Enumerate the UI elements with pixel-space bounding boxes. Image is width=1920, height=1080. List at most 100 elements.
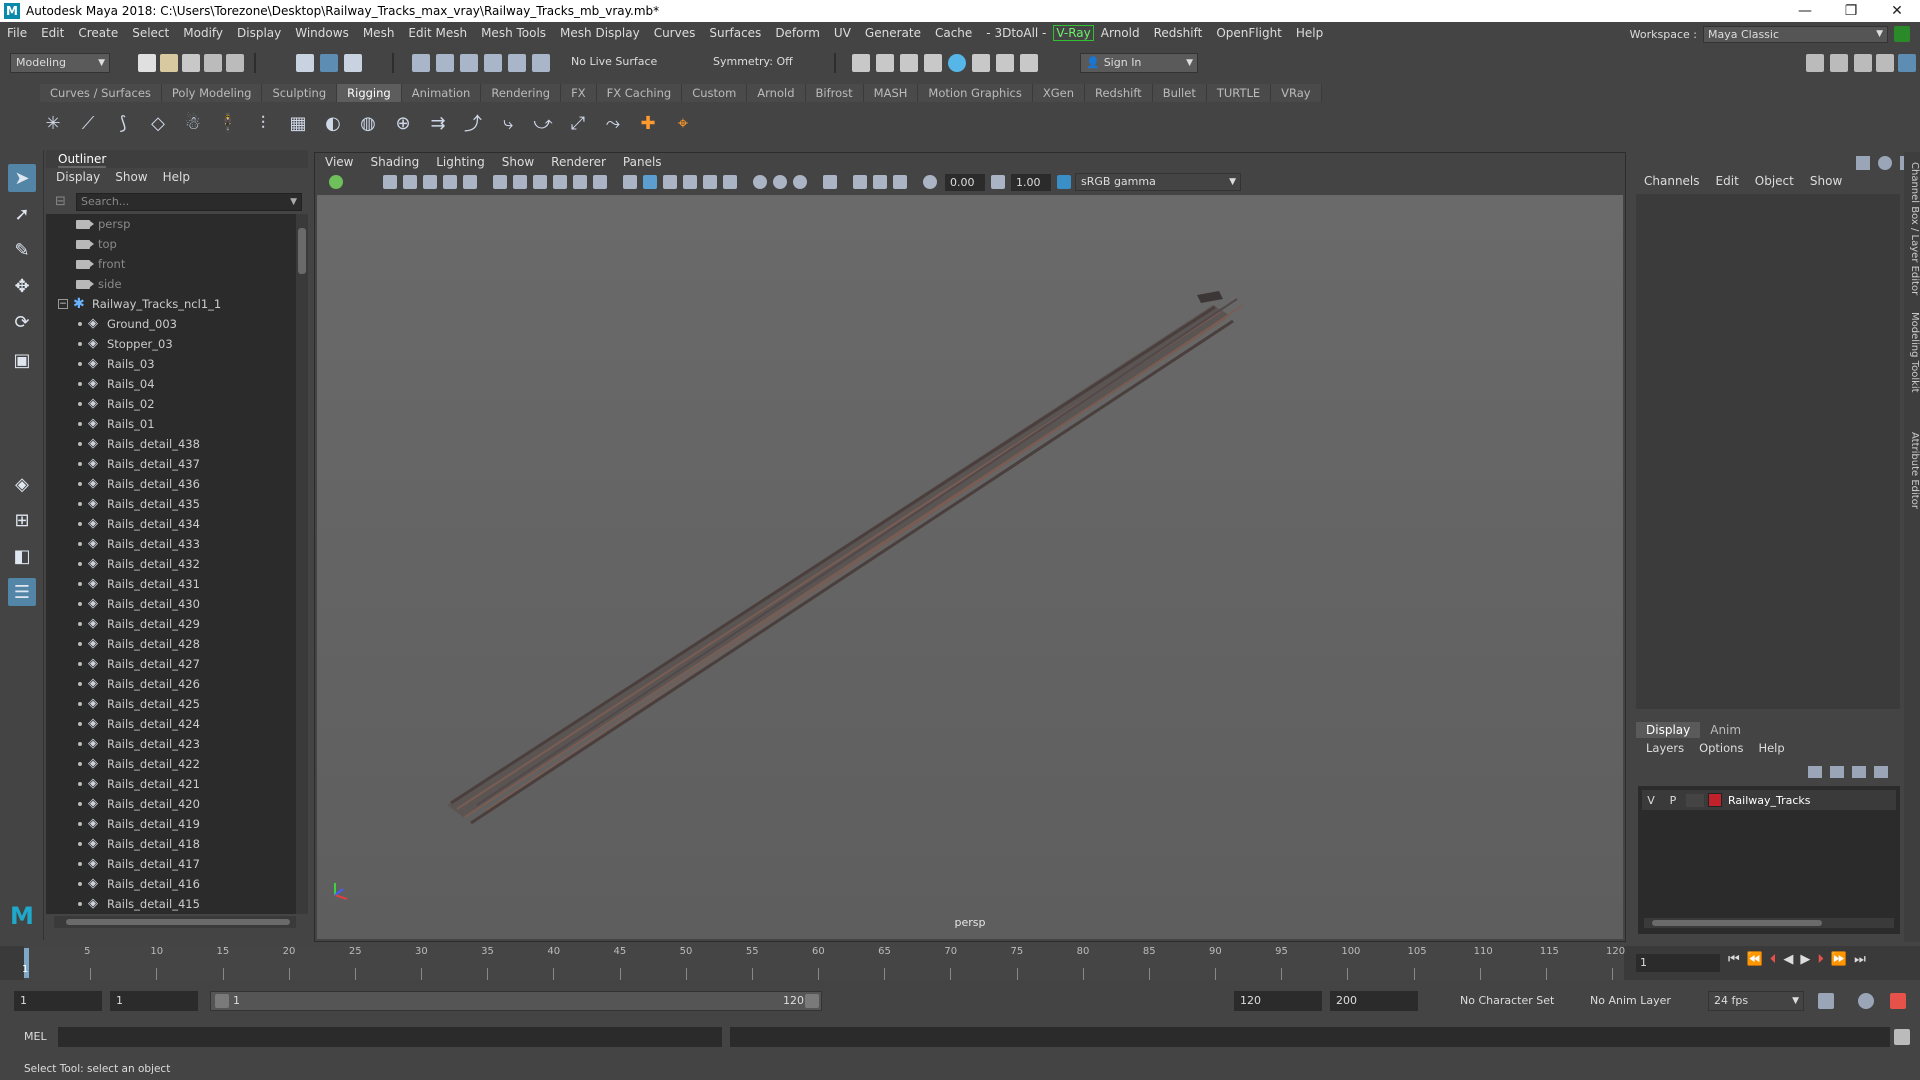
shelf-tab-rendering[interactable]: Rendering [481,84,562,102]
channel-menu-object[interactable]: Object [1755,174,1794,188]
menu-generate[interactable]: Generate [858,26,928,40]
outliner-menu-display[interactable]: Display [56,170,100,184]
shelf-tab-animation[interactable]: Animation [401,84,482,102]
shelf-tab-rigging[interactable]: Rigging [337,84,402,102]
menu-display[interactable]: Display [230,26,288,40]
menu-mesh[interactable]: Mesh [356,26,402,40]
outliner-mesh-item[interactable]: ◈ Rails_detail_425 [46,694,296,714]
menu-arnold[interactable]: Arnold [1094,26,1147,40]
human-ik-icon[interactable] [1830,54,1848,72]
viewport-menu-panels[interactable]: Panels [623,155,662,169]
channel-menu-show[interactable]: Show [1810,174,1842,188]
channel-box-icon[interactable] [1898,54,1916,72]
color-management-icon[interactable] [1057,175,1071,189]
channel-menu-channels[interactable]: Channels [1644,174,1700,188]
grease-pencil-icon[interactable] [463,175,477,189]
menu-surfaces[interactable]: Surfaces [702,26,768,40]
view-transform-dropdown[interactable]: sRGB gamma ▼ [1075,173,1241,191]
menu-deform[interactable]: Deform [768,26,827,40]
resolution-gate-icon[interactable] [533,175,547,189]
range-bar[interactable]: 1 120 [210,991,822,1011]
shelf-tab-bullet[interactable]: Bullet [1152,84,1207,102]
menu-mesh-display[interactable]: Mesh Display [553,26,647,40]
menu-edit-mesh[interactable]: Edit Mesh [401,26,474,40]
channel-menu-edit[interactable]: Edit [1716,174,1739,188]
menu-uv[interactable]: UV [827,26,858,40]
bind-skin-icon[interactable]: ◇ [145,110,171,136]
outliner-mesh-item[interactable]: ◈ Rails_detail_435 [46,494,296,514]
outliner-menu-show[interactable]: Show [115,170,147,184]
select-hierarchy-icon[interactable] [296,54,314,72]
shelf-tab-curves-surfaces[interactable]: Curves / Surfaces [40,84,162,102]
viewport-menu-show[interactable]: Show [502,155,534,169]
skeleton-icon[interactable]: ⫶ [250,110,276,136]
loop-icon[interactable] [1818,993,1834,1009]
move-layer-up-icon[interactable] [1808,766,1822,778]
outliner-mesh-item[interactable]: ◈ Rails_04 [46,374,296,394]
create-joints-icon[interactable]: ✳ [40,110,66,136]
film-gate-icon[interactable] [513,175,527,189]
menu-modify[interactable]: Modify [176,26,230,40]
quick-rig-icon[interactable]: ☃ [180,110,206,136]
ik-handle-icon[interactable]: ⟋ [75,110,101,136]
smooth-shade-icon[interactable] [643,175,657,189]
exposure-field[interactable]: 0.00 [945,174,985,191]
filter-icon[interactable]: ⊟ [55,194,71,210]
mel-label[interactable]: MEL [24,1030,47,1043]
scroll-thumb[interactable] [1652,920,1822,926]
scroll-thumb[interactable] [298,228,306,274]
pause-viewport-icon[interactable] [1020,54,1038,72]
layer-menu-options[interactable]: Options [1699,741,1743,755]
character-set-label[interactable]: No Character Set [1460,994,1554,1007]
menu-edit[interactable]: Edit [34,26,71,40]
command-input[interactable] [58,1027,722,1047]
shelf-tab-vray[interactable]: VRay [1271,84,1322,102]
gamma-icon[interactable] [991,175,1005,189]
wireframe-on-shaded-icon[interactable] [663,175,677,189]
menu-3dtoall[interactable]: - 3DtoAll - [979,26,1053,40]
move-tool-icon[interactable]: ✥ [8,272,36,300]
motion-blur-icon[interactable] [773,175,787,189]
ipr-render-icon[interactable] [900,54,918,72]
outliner-tab[interactable]: Outliner [46,150,308,168]
attribute-editor-icon[interactable] [1854,54,1872,72]
wrap-icon[interactable]: ◐ [320,110,346,136]
shelf-tab-sculpting[interactable]: Sculpting [262,84,338,102]
menu-cache[interactable]: Cache [928,26,979,40]
outliner-mesh-item[interactable]: ◈ Rails_detail_423 [46,734,296,754]
outliner-mesh-item[interactable]: ◈ Rails_02 [46,394,296,414]
gate-mask-icon[interactable] [553,175,567,189]
outliner-mesh-item[interactable]: ◈ Rails_detail_418 [46,834,296,854]
side-tab-attribute-editor[interactable]: Attribute Editor [1904,432,1920,509]
shelf-tab-motion-graphics[interactable]: Motion Graphics [918,84,1033,102]
xray-icon[interactable] [853,175,867,189]
menu-redshift[interactable]: Redshift [1147,26,1210,40]
outliner-mesh-item[interactable]: ◈ Rails_01 [46,414,296,434]
modeling-toolkit-icon[interactable] [1806,54,1824,72]
camera-attributes-icon[interactable] [383,175,397,189]
orient-constraint-icon[interactable]: ⤻ [530,110,556,136]
cluster-icon[interactable]: ⊕ [390,110,416,136]
bookmarks-icon[interactable] [403,175,417,189]
layer-horizontal-scrollbar[interactable] [1644,918,1894,928]
menu-curves[interactable]: Curves [647,26,703,40]
shelf-tab-xgen[interactable]: XGen [1032,84,1085,102]
outliner-mesh-item[interactable]: ◈ Rails_detail_419 [46,814,296,834]
minimize-button[interactable]: — [1782,3,1828,19]
render-frame-icon[interactable] [876,54,894,72]
workspace-dropdown[interactable]: Maya Classic ▼ [1703,25,1888,43]
layer-tab-display[interactable]: Display [1636,722,1701,738]
go-to-end-icon[interactable]: ⏭ [1854,952,1866,967]
redo-icon[interactable] [226,54,244,72]
menu-help[interactable]: Help [1289,26,1330,40]
animation-start-field[interactable]: 1 [14,991,102,1011]
step-back-key-icon[interactable]: ⏴ [1770,952,1777,967]
ambient-occlusion-icon[interactable] [753,175,767,189]
aim-constraint-icon[interactable]: ⤳ [600,110,626,136]
outliner-horizontal-scrollbar[interactable] [54,916,296,928]
layer-menu-layers[interactable]: Layers [1646,741,1684,755]
outliner-camera-item[interactable]: persp [46,214,296,234]
script-editor-icon[interactable] [1894,1029,1910,1045]
layer-tab-anim[interactable]: Anim [1700,722,1751,738]
outliner-mesh-item[interactable]: ◈ Rails_detail_434 [46,514,296,534]
